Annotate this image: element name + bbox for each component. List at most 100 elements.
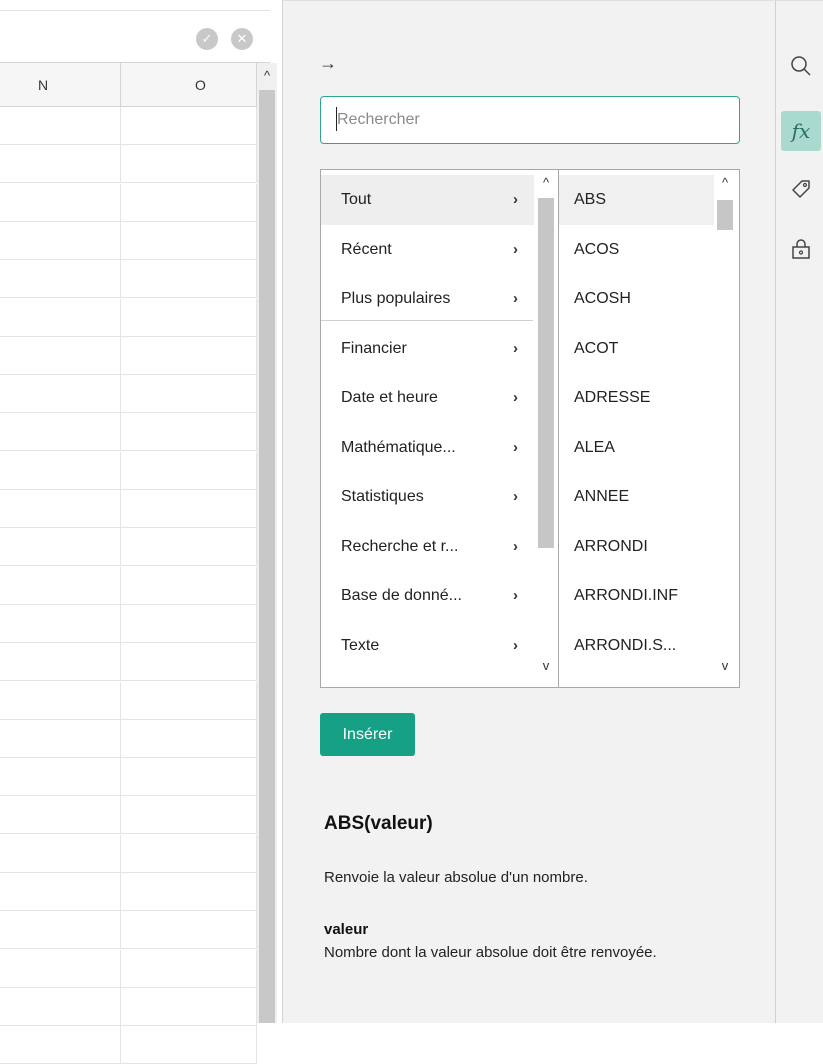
grid-row[interactable]	[0, 451, 257, 490]
cell[interactable]	[0, 911, 121, 950]
cell[interactable]	[121, 260, 257, 299]
scroll-down-icon[interactable]: v	[535, 653, 557, 679]
scroll-up-icon[interactable]: ^	[714, 170, 736, 196]
cell[interactable]	[121, 145, 257, 184]
cell[interactable]	[121, 490, 257, 528]
grid-row[interactable]	[0, 873, 257, 911]
cell[interactable]	[121, 719, 257, 758]
cell[interactable]	[0, 796, 121, 835]
grid-row[interactable]	[0, 183, 257, 222]
cell[interactable]	[121, 336, 257, 375]
cell[interactable]	[0, 681, 121, 720]
cell[interactable]	[0, 375, 121, 414]
cancel-icon[interactable]: ✕	[231, 28, 253, 50]
collapse-arrow-icon[interactable]: →	[319, 53, 337, 74]
cell[interactable]	[121, 796, 257, 835]
cell[interactable]	[121, 183, 257, 222]
grid-row[interactable]	[0, 911, 257, 950]
cell[interactable]	[121, 643, 257, 682]
cell[interactable]	[121, 298, 257, 337]
grid-row[interactable]	[0, 260, 257, 299]
grid-row[interactable]	[0, 987, 257, 1026]
grid-row[interactable]	[0, 796, 257, 835]
grid-row[interactable]	[0, 681, 257, 720]
cell[interactable]	[0, 413, 121, 452]
cell[interactable]	[0, 873, 121, 911]
sheet-vertical-scrollbar[interactable]: ^	[257, 63, 277, 1023]
cell[interactable]	[121, 566, 257, 605]
cell[interactable]	[0, 183, 121, 222]
function-item[interactable]: ARRONDI	[559, 522, 714, 572]
category-item[interactable]: Récent ›	[321, 225, 534, 275]
category-item[interactable]: Date et heure ›	[321, 373, 534, 423]
cell[interactable]	[121, 949, 257, 988]
cell[interactable]	[121, 413, 257, 452]
function-item[interactable]: ARRONDI.S...	[559, 621, 714, 671]
cell-grid[interactable]	[0, 107, 257, 1064]
scroll-up-icon[interactable]: ^	[535, 170, 557, 196]
column-header-o[interactable]: O	[121, 63, 257, 107]
cell[interactable]	[0, 758, 121, 797]
grid-row[interactable]	[0, 375, 257, 414]
function-search-input[interactable]	[320, 96, 740, 144]
tag-icon[interactable]	[781, 169, 821, 209]
search-icon[interactable]	[781, 46, 821, 86]
grid-row[interactable]	[0, 949, 257, 988]
insert-button[interactable]: Insérer	[320, 713, 415, 756]
cell[interactable]	[0, 145, 121, 184]
grid-row[interactable]	[0, 528, 257, 567]
grid-row[interactable]	[0, 719, 257, 758]
cell[interactable]	[121, 911, 257, 950]
grid-row[interactable]	[0, 221, 257, 260]
grid-row[interactable]	[0, 566, 257, 605]
category-item[interactable]: Statistiques ›	[321, 472, 534, 522]
function-item[interactable]: ARRONDI.INF	[559, 571, 714, 621]
function-item[interactable]: ACOT	[559, 324, 714, 374]
cell[interactable]	[121, 604, 257, 643]
category-item[interactable]: Plus populaires ›	[321, 274, 534, 324]
grid-row[interactable]	[0, 413, 257, 452]
category-item[interactable]: Recherche et r... ›	[321, 522, 534, 572]
category-item[interactable]: Base de donné... ›	[321, 571, 534, 621]
category-scrollbar[interactable]: ^ v	[535, 170, 557, 687]
scrollbar-thumb[interactable]	[538, 198, 554, 548]
grid-row[interactable]	[0, 490, 257, 528]
function-item[interactable]: ABS	[559, 175, 714, 225]
cell[interactable]	[121, 528, 257, 567]
cell[interactable]	[121, 834, 257, 873]
function-item[interactable]: ACOS	[559, 225, 714, 275]
function-scrollbar[interactable]: ^ v	[714, 170, 736, 687]
confirm-icon[interactable]: ✓	[196, 28, 218, 50]
grid-row[interactable]	[0, 604, 257, 643]
cell[interactable]	[121, 1026, 257, 1064]
cell[interactable]	[121, 375, 257, 414]
grid-row[interactable]	[0, 643, 257, 682]
scrollbar-thumb[interactable]	[259, 90, 275, 1023]
scrollbar-thumb[interactable]	[717, 200, 733, 230]
cell[interactable]	[0, 643, 121, 682]
grid-row[interactable]	[0, 834, 257, 873]
cell[interactable]	[0, 107, 121, 145]
function-item[interactable]: ADRESSE	[559, 373, 714, 423]
grid-row[interactable]	[0, 107, 257, 145]
cell[interactable]	[121, 451, 257, 490]
cell[interactable]	[0, 566, 121, 605]
grid-row[interactable]	[0, 336, 257, 375]
grid-row[interactable]	[0, 758, 257, 797]
cell[interactable]	[121, 987, 257, 1026]
cell[interactable]	[121, 758, 257, 797]
cell[interactable]	[0, 719, 121, 758]
cell[interactable]	[0, 528, 121, 567]
cell[interactable]	[0, 1026, 121, 1064]
lock-icon[interactable]	[781, 229, 821, 269]
cell[interactable]	[0, 490, 121, 528]
scroll-up-icon[interactable]: ^	[257, 63, 277, 89]
category-item[interactable]: Mathématique... ›	[321, 423, 534, 473]
cell[interactable]	[0, 834, 121, 873]
cell[interactable]	[0, 987, 121, 1026]
cell[interactable]	[0, 298, 121, 337]
cell[interactable]	[121, 681, 257, 720]
function-fx-icon[interactable]: fx	[781, 111, 821, 151]
category-item[interactable]: Texte ›	[321, 621, 534, 671]
category-item[interactable]: Financier ›	[321, 324, 534, 374]
